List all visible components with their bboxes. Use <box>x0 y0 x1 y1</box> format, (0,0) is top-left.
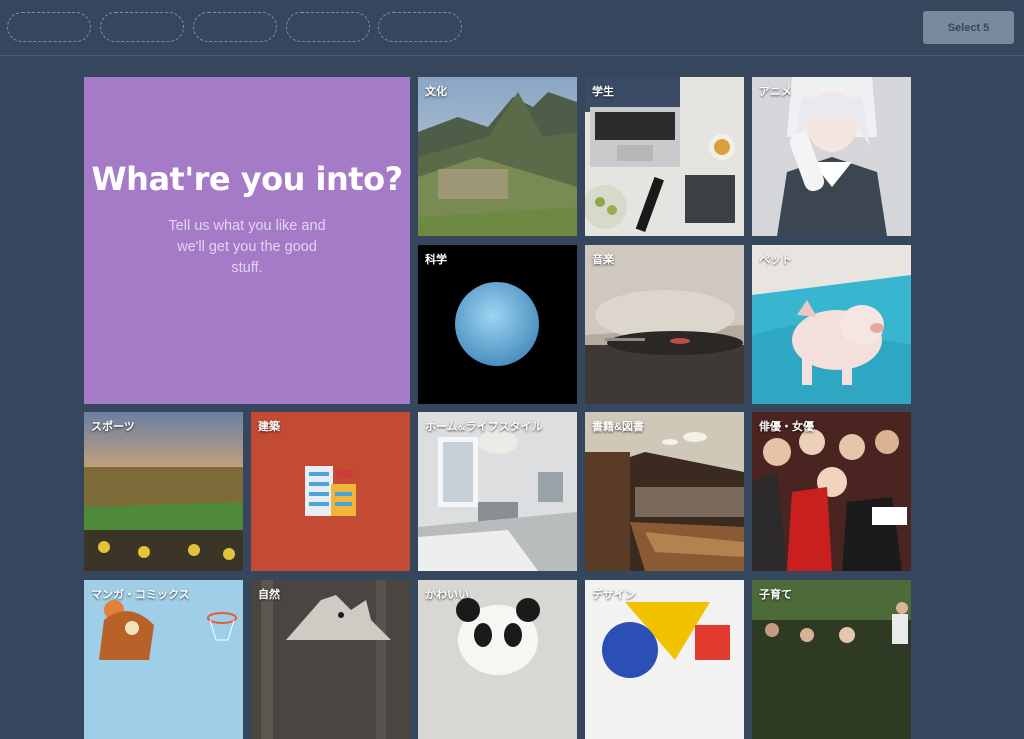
tile-label: 文化 <box>425 86 447 98</box>
selection-slot <box>7 12 91 42</box>
selection-slot <box>286 12 370 42</box>
tile-label: ペット <box>759 254 792 266</box>
student-image <box>585 77 744 236</box>
tile-home-lifestyle[interactable]: ホーム&ライフスタイル <box>418 412 577 571</box>
intro-title: What're you into? <box>91 160 403 198</box>
tile-sports[interactable]: スポーツ <box>84 412 243 571</box>
intro-subtitle: Tell us what you like and we'll get you … <box>168 218 326 276</box>
tile-cute[interactable]: かわいい <box>418 580 577 739</box>
tile-label: 科学 <box>425 254 447 266</box>
tile-music[interactable]: 音楽 <box>585 245 744 404</box>
tile-label: デザイン <box>592 589 636 601</box>
tile-label: 学生 <box>592 86 614 98</box>
tile-design[interactable]: デザイン <box>585 580 744 739</box>
home-lifestyle-image <box>418 412 577 571</box>
tile-label: スポーツ <box>91 421 135 433</box>
tile-manga-comics[interactable]: マンガ・コミックス <box>84 580 243 739</box>
tile-culture[interactable]: 文化 <box>418 77 577 236</box>
intro-card: What're you into? Tell us what you like … <box>84 77 410 404</box>
tile-label: 建築 <box>258 421 280 433</box>
science-image <box>418 245 577 404</box>
culture-image <box>418 77 577 236</box>
music-image <box>585 245 744 404</box>
tile-label: かわいい <box>425 589 469 601</box>
tile-label: ホーム&ライフスタイル <box>425 421 543 433</box>
tile-label: 自然 <box>258 589 280 601</box>
sports-image <box>84 412 243 571</box>
tile-science[interactable]: 科学 <box>418 245 577 404</box>
selection-slot <box>193 12 277 42</box>
tile-label: マンガ・コミックス <box>91 589 190 601</box>
pets-image <box>752 245 911 404</box>
tile-label: 子育て <box>759 589 792 601</box>
parenting-image <box>752 580 911 739</box>
tile-architecture[interactable]: 建築 <box>251 412 410 571</box>
tile-actors[interactable]: 俳優・女優 <box>752 412 911 571</box>
design-image <box>585 580 744 739</box>
tile-nature[interactable]: 自然 <box>251 580 410 739</box>
anime-image <box>752 77 911 236</box>
tile-books[interactable]: 書籍&図書 <box>585 412 744 571</box>
select-button[interactable]: Select 5 <box>923 11 1014 44</box>
tile-label: 音楽 <box>592 254 614 266</box>
tile-pets[interactable]: ペット <box>752 245 911 404</box>
selection-slot <box>100 12 184 42</box>
selection-slot <box>378 12 462 42</box>
tile-label: 俳優・女優 <box>759 421 814 433</box>
tile-student[interactable]: 学生 <box>585 77 744 236</box>
tile-anime[interactable]: アニメ <box>752 77 911 236</box>
top-bar: Select 5 <box>0 0 1024 56</box>
architecture-image <box>251 412 410 571</box>
tile-label: アニメ <box>759 86 792 98</box>
books-image <box>585 412 744 571</box>
cute-image <box>418 580 577 739</box>
manga-comics-image <box>84 580 243 739</box>
nature-image <box>251 580 410 739</box>
tile-label: 書籍&図書 <box>592 421 644 433</box>
actors-image <box>752 412 911 571</box>
tile-parenting[interactable]: 子育て <box>752 580 911 739</box>
